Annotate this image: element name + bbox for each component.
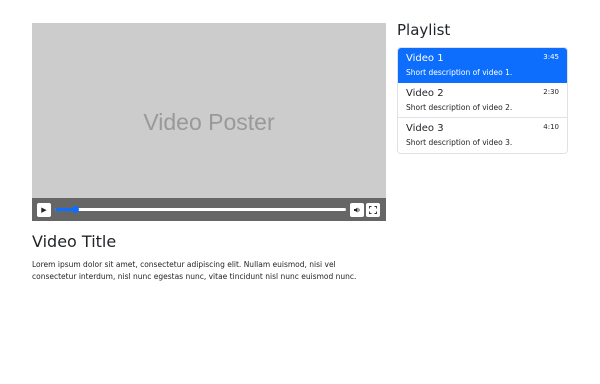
play-icon: ▶ [41,206,47,214]
video-controls: ▶ [32,198,386,221]
volume-icon [354,207,360,213]
playlist-item-title: Video 2 [406,88,444,99]
progress-bar[interactable] [55,206,346,213]
play-button[interactable]: ▶ [37,203,51,217]
video-player[interactable]: Video Poster ▶ [32,23,386,221]
playlist-item-description: Short description of video 3. [406,138,513,147]
playlist-item-video-1[interactable]: Video 1 3:45 Short description of video … [398,48,567,83]
video-title: Video Title [32,232,117,251]
playlist-item-duration: 3:45 [543,53,559,61]
playlist: Video 1 3:45 Short description of video … [397,47,568,154]
playlist-item-title: Video 3 [406,123,444,134]
fullscreen-button[interactable] [366,203,380,217]
mute-button[interactable] [350,203,364,217]
playlist-item-duration: 2:30 [543,88,559,96]
playlist-item-description: Short description of video 1. [406,68,513,77]
playlist-item-description: Short description of video 2. [406,103,513,112]
playlist-item-video-2[interactable]: Video 2 2:30 Short description of video … [398,83,567,118]
page: Video Poster ▶ Video Title Lorem ipsum d… [0,0,600,384]
playlist-item-video-3[interactable]: Video 3 4:10 Short description of video … [398,118,567,153]
video-poster-text: Video Poster [143,109,275,135]
progress-thumb[interactable] [72,206,80,213]
playlist-heading: Playlist [397,21,451,39]
playlist-item-duration: 4:10 [543,123,559,131]
playlist-item-title: Video 1 [406,53,444,64]
video-description: Lorem ipsum dolor sit amet, consectetur … [32,260,357,281]
fullscreen-icon [369,206,377,214]
